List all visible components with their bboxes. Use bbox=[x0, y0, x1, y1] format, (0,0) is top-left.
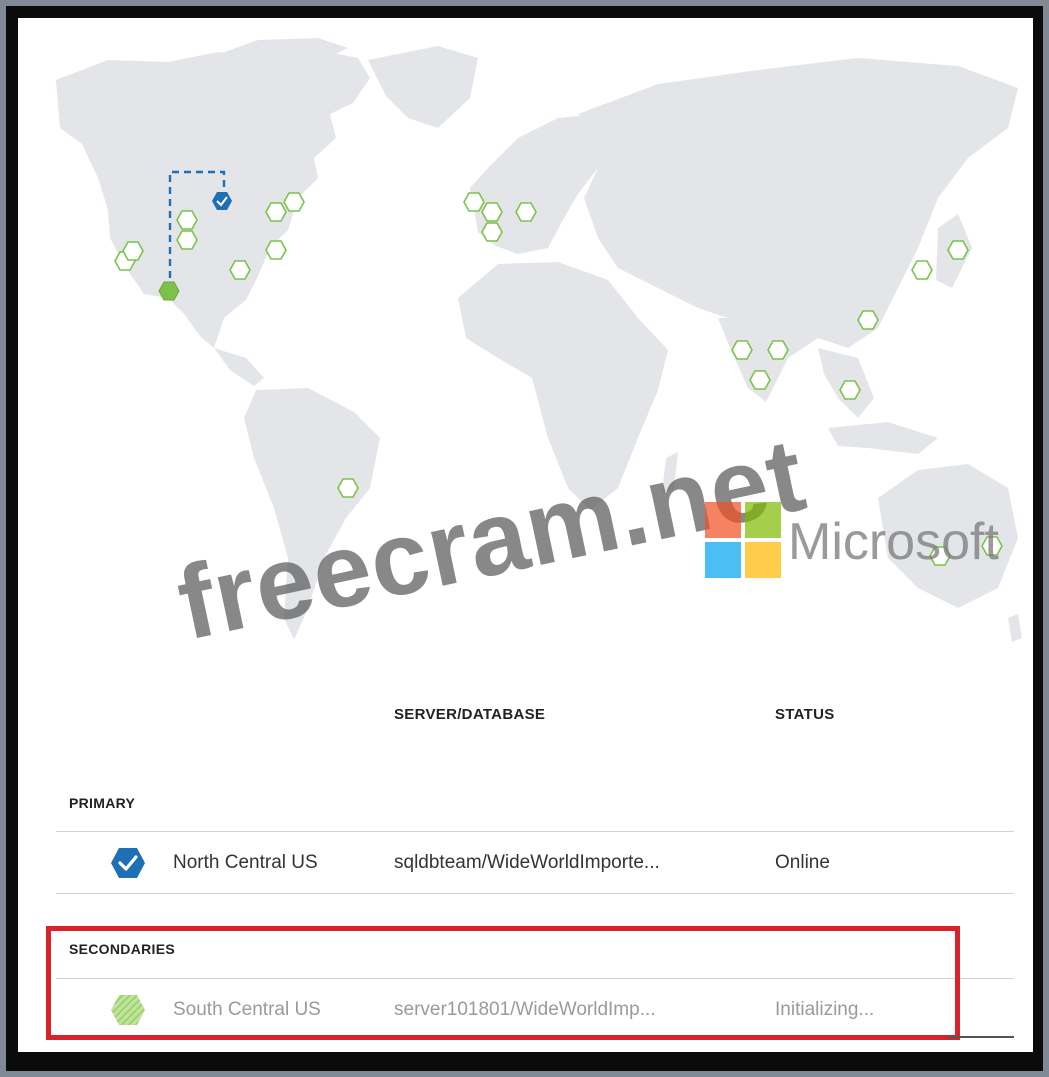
region-hex-icon bbox=[229, 260, 251, 280]
region-hex-icon bbox=[749, 370, 771, 390]
primary-check-icon bbox=[111, 848, 145, 878]
region-hex-icon bbox=[122, 241, 144, 261]
region-hex-icon bbox=[265, 202, 287, 222]
microsoft-logo-icon bbox=[705, 502, 781, 578]
land-indonesia bbox=[828, 422, 938, 454]
land-madagascar bbox=[662, 452, 678, 492]
divider bbox=[948, 1036, 1014, 1038]
region-hex-icon bbox=[463, 192, 485, 212]
land-south-america bbox=[244, 388, 380, 640]
secondary-filled-hex-icon[interactable] bbox=[158, 281, 180, 301]
land-central-america bbox=[214, 348, 264, 386]
divider bbox=[56, 893, 1014, 894]
region-hex-icon bbox=[911, 260, 933, 280]
divider bbox=[56, 831, 1014, 832]
region-hex-icon bbox=[731, 340, 753, 360]
watermark-brand: Microsoft bbox=[788, 513, 999, 571]
land-greenland bbox=[368, 46, 478, 128]
land-africa bbox=[458, 262, 668, 510]
region-hex-icon bbox=[481, 202, 503, 222]
region-hex-icon bbox=[515, 202, 537, 222]
region-hex-icon bbox=[857, 310, 879, 330]
column-header-server-database: SERVER/DATABASE bbox=[394, 706, 546, 723]
region-hex-icon bbox=[176, 210, 198, 230]
region-hex-icon bbox=[481, 222, 503, 242]
region-hex-icon bbox=[265, 240, 287, 260]
primary-section-label: PRIMARY bbox=[69, 795, 136, 811]
region-hex-icon bbox=[176, 230, 198, 250]
region-hex-icon bbox=[839, 380, 861, 400]
region-hex-icon bbox=[767, 340, 789, 360]
land-new-zealand bbox=[1008, 614, 1022, 642]
region-hex-icon bbox=[947, 240, 969, 260]
highlight-box bbox=[46, 926, 960, 1040]
primary-region: North Central US bbox=[173, 852, 318, 873]
land-asia bbox=[578, 58, 1018, 358]
primary-server-database[interactable]: sqldbteam/WideWorldImporte... bbox=[394, 852, 660, 874]
land-north-america bbox=[56, 50, 370, 348]
region-hex-icon bbox=[337, 478, 359, 498]
land-india bbox=[718, 318, 788, 402]
primary-status: Online bbox=[775, 852, 830, 873]
region-hex-icon bbox=[283, 192, 305, 212]
column-header-status: STATUS bbox=[775, 706, 835, 723]
geo-replication-panel: freecram.net Microsoft SERVER/DATABASE S… bbox=[18, 18, 1033, 1052]
